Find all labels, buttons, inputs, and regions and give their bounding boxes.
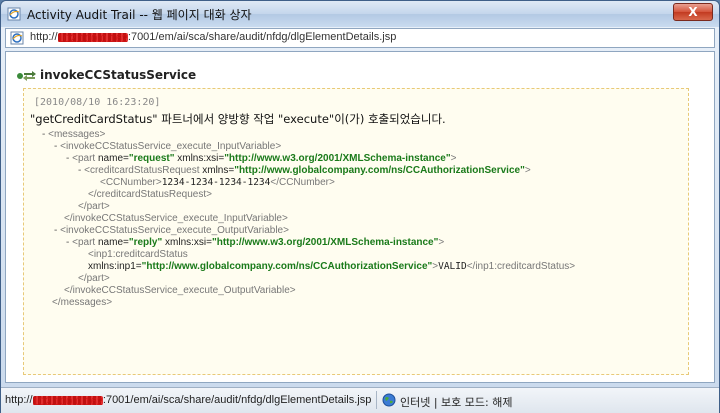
- xml-tag: </part>: [78, 273, 110, 284]
- ie-page-icon: [10, 31, 24, 45]
- address-bar[interactable]: http://102.100.0.162:7001/em/ai/sca/shar…: [5, 28, 715, 48]
- collapse-toggle[interactable]: -: [78, 165, 81, 176]
- activity-name: invokeCCStatusService: [40, 68, 197, 82]
- xml-attr: xmlns:xsi=: [165, 237, 212, 248]
- timestamp: [2010/08/10 16:23:20]: [34, 97, 161, 108]
- xml-tag: </inp1:creditcardStatus>: [466, 261, 576, 272]
- xml-line: <inp1:creditcardStatus: [88, 249, 188, 261]
- xml-line: - <messages>: [42, 129, 105, 141]
- xml-line: xmlns:inp1="http://www.globalcompany.com…: [88, 261, 575, 273]
- xml-line: </invokeCCStatusService_execute_OutputVa…: [64, 285, 296, 297]
- page-content: invokeCCStatusService [2010/08/10 16:23:…: [5, 51, 715, 383]
- xml-tag: </CCNumber>: [270, 177, 335, 188]
- xml-tag: <invokeCCStatusService_execute_InputVari…: [60, 141, 282, 152]
- xml-attr: name=: [97, 237, 129, 248]
- url-prefix: http://: [5, 394, 33, 406]
- redacted-host: 102.100.0.162: [32, 395, 103, 408]
- status-bar: http://102.100.0.162:7001/em/ai/sca/shar…: [1, 387, 719, 413]
- xml-attr: xmlns:xsi=: [177, 153, 225, 164]
- url-path: :7001/em/ai/sca/share/audit/nfdg/dlgElem…: [102, 394, 372, 406]
- invoke-arrows-icon: [17, 70, 36, 81]
- xml-tag: >: [524, 165, 531, 176]
- close-button[interactable]: X: [673, 3, 713, 21]
- xml-attr: xmlns=: [202, 165, 235, 176]
- xml-tag: <messages>: [48, 129, 106, 140]
- xml-value: "http://www.w3.org/2001/XMLSchema-instan…: [211, 237, 439, 248]
- xml-line: </part>: [78, 273, 110, 285]
- xml-tag: <invokeCCStatusService_execute_OutputVar…: [60, 225, 289, 236]
- collapse-toggle[interactable]: -: [66, 153, 69, 164]
- window-title: Activity Audit Trail -- 웹 페이지 대화 상자: [27, 8, 252, 22]
- ie-page-icon: [7, 7, 21, 21]
- collapse-toggle[interactable]: -: [42, 129, 45, 140]
- title-bar[interactable]: Activity Audit Trail -- 웹 페이지 대화 상자 X: [1, 1, 719, 27]
- security-zone: 인터넷 | 보호 모드: 해제: [400, 396, 513, 409]
- xml-tag: <part: [72, 153, 96, 164]
- redacted-host: 102.100.0.162: [57, 32, 128, 45]
- globe-icon: [382, 393, 396, 407]
- dialog-window: Activity Audit Trail -- 웹 페이지 대화 상자 X ht…: [0, 0, 720, 413]
- xml-value: "http://www.globalcompany.com/ns/CCAutho…: [234, 165, 525, 176]
- xml-line: </part>: [78, 201, 110, 213]
- xml-tag: </part>: [78, 201, 110, 212]
- xml-tag: <inp1:creditcardStatus: [88, 249, 188, 260]
- status-divider: [376, 391, 377, 409]
- xml-line: - <part name="reply" xmlns:xsi="http://w…: [66, 237, 444, 249]
- xml-line: - <invokeCCStatusService_execute_InputVa…: [54, 141, 281, 153]
- activity-detail-box: [2010/08/10 16:23:20] "getCreditCardStat…: [23, 88, 689, 375]
- address-url: http://102.100.0.162:7001/em/ai/sca/shar…: [30, 31, 397, 45]
- xml-tag: </messages>: [52, 297, 113, 308]
- xml-tag: <part: [72, 237, 96, 248]
- collapse-toggle[interactable]: -: [54, 141, 57, 152]
- collapse-toggle[interactable]: -: [54, 225, 57, 236]
- cc-number-value: 1234-1234-1234-1234: [161, 177, 271, 188]
- xml-line: - <invokeCCStatusService_execute_OutputV…: [54, 225, 289, 237]
- status-url: http://102.100.0.162:7001/em/ai/sca/shar…: [5, 394, 372, 408]
- xml-line: - <creditcardStatusRequest xmlns="http:/…: [78, 165, 531, 177]
- xml-value: "request": [128, 153, 175, 164]
- xml-line: <CCNumber>1234-1234-1234-1234</CCNumber>: [100, 177, 335, 189]
- url-path: :7001/em/ai/sca/share/audit/nfdg/dlgElem…: [127, 31, 397, 43]
- xml-line: </creditcardStatusRequest>: [88, 189, 212, 201]
- xml-line: </invokeCCStatusService_execute_InputVar…: [64, 213, 288, 225]
- xml-tag: <CCNumber>: [100, 177, 162, 188]
- xml-tag: >: [450, 153, 457, 164]
- xml-tag: </invokeCCStatusService_execute_OutputVa…: [64, 285, 296, 296]
- xml-attr: xmlns:inp1=: [88, 261, 142, 272]
- xml-tag: </invokeCCStatusService_execute_InputVar…: [64, 213, 288, 224]
- xml-line: - <part name="request" xmlns:xsi="http:/…: [66, 153, 456, 165]
- xml-line: </messages>: [52, 297, 112, 309]
- status-value: VALID: [438, 261, 467, 272]
- xml-tag: <creditcardStatusRequest: [84, 165, 200, 176]
- url-prefix: http://: [30, 31, 58, 43]
- xml-value: "reply": [128, 237, 163, 248]
- xml-tag: </creditcardStatusRequest>: [88, 189, 212, 200]
- activity-heading: invokeCCStatusService: [16, 68, 196, 82]
- collapse-toggle[interactable]: -: [66, 237, 69, 248]
- xml-value: "http://www.w3.org/2001/XMLSchema-instan…: [224, 153, 451, 164]
- xml-value: "http://www.globalcompany.com/ns/CCAutho…: [141, 261, 433, 272]
- xml-tag: >: [438, 237, 445, 248]
- activity-message: "getCreditCardStatus" 파트너에서 양방향 작업 "exec…: [30, 112, 446, 126]
- xml-attr: name=: [97, 153, 129, 164]
